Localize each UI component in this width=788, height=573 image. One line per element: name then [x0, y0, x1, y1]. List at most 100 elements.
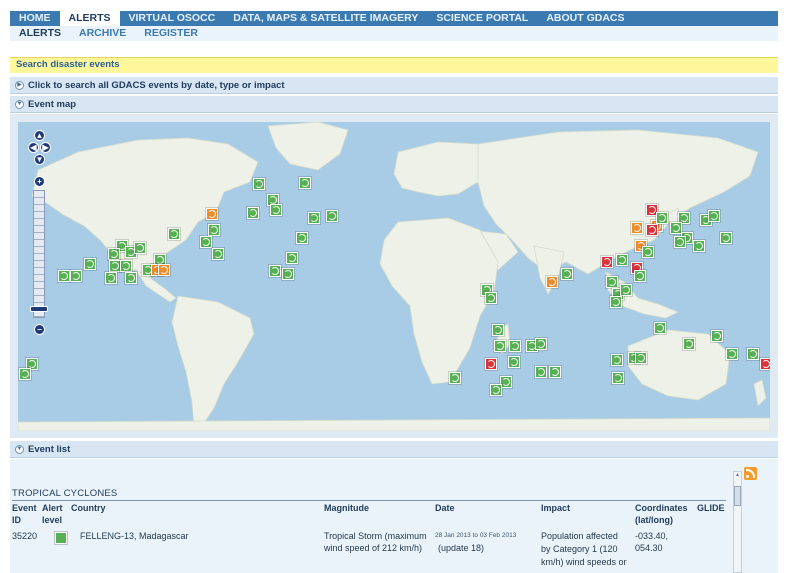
subnav-alerts[interactable]: ALERTS — [10, 26, 70, 41]
cyclone-icon[interactable] — [485, 292, 497, 304]
cyclone-icon[interactable] — [642, 246, 654, 258]
cyclone-icon[interactable] — [134, 242, 146, 254]
row-magnitude-2: wind speed of 212 km/h) — [324, 543, 423, 553]
cyclone-icon[interactable] — [168, 228, 180, 240]
row-event-id[interactable]: 35220 — [12, 530, 37, 542]
cyclone-icon[interactable] — [247, 207, 259, 219]
nav-virtual-osocc[interactable]: VIRTUAL OSOCC — [120, 11, 225, 26]
cyclone-icon[interactable] — [646, 224, 658, 236]
cyclone-icon[interactable] — [70, 270, 82, 282]
cyclone-icon[interactable] — [683, 338, 695, 350]
cyclone-icon[interactable] — [212, 248, 224, 260]
col-magnitude: Magnitude — [324, 503, 369, 513]
zoom-in-icon[interactable]: + — [34, 176, 45, 187]
cyclone-icon[interactable] — [674, 236, 686, 248]
cyclone-icon[interactable] — [105, 272, 117, 284]
cyclone-icon[interactable] — [509, 340, 521, 352]
col-event-id: Event ID — [12, 503, 37, 525]
cyclone-icon[interactable] — [253, 178, 265, 190]
cyclone-icon[interactable] — [708, 210, 720, 222]
cyclone-icon[interactable] — [490, 384, 502, 396]
cyclone-icon[interactable] — [601, 256, 613, 268]
cyclone-icon[interactable] — [269, 265, 281, 277]
subnav-register[interactable]: REGISTER — [135, 26, 207, 41]
cyclone-icon[interactable] — [494, 340, 506, 352]
cyclone-icon[interactable] — [726, 348, 738, 360]
category-title: TROPICAL CYCLONES — [12, 488, 118, 499]
search-panel-label: Click to search all GDACS events by date… — [28, 79, 285, 91]
cyclone-icon[interactable] — [270, 204, 282, 216]
cyclone-icon[interactable] — [720, 232, 732, 244]
list-panel-header[interactable]: ▼ Event list — [10, 441, 778, 458]
nav-about-gdacs[interactable]: ABOUT GDACS — [537, 11, 633, 26]
green-alert-icon — [55, 532, 67, 544]
cyclone-icon[interactable] — [631, 222, 643, 234]
subnav-archive[interactable]: ARCHIVE — [70, 26, 135, 41]
zoom-out-icon[interactable]: – — [34, 324, 45, 335]
search-disaster-label: Search disaster events — [16, 59, 120, 70]
scroll-up-icon[interactable]: ▲ — [734, 472, 741, 479]
cyclone-icon[interactable] — [19, 368, 31, 380]
pan-down-icon[interactable]: ▼ — [34, 154, 45, 165]
nav-science-portal[interactable]: SCIENCE PORTAL — [427, 11, 537, 26]
zoom-slider-handle[interactable] — [30, 306, 48, 312]
cyclone-icon[interactable] — [492, 324, 504, 336]
cyclone-icon[interactable] — [656, 212, 668, 224]
cyclone-icon[interactable] — [535, 338, 547, 350]
cyclone-icon[interactable] — [296, 232, 308, 244]
cyclone-icon[interactable] — [208, 224, 220, 236]
row-magnitude-1: Tropical Storm (maximum — [324, 531, 427, 541]
cyclone-icon[interactable] — [206, 208, 218, 220]
cyclone-icon[interactable] — [200, 236, 212, 248]
collapse-icon: ▼ — [15, 444, 24, 454]
pan-left-icon[interactable]: ◀ — [28, 142, 39, 153]
nav-home[interactable]: HOME — [10, 11, 60, 26]
nav-alerts[interactable]: ALERTS — [59, 11, 120, 26]
cyclone-icon[interactable] — [125, 272, 137, 284]
cyclone-icon[interactable] — [120, 260, 132, 272]
cyclone-icon[interactable] — [108, 248, 120, 260]
cyclone-icon[interactable] — [611, 354, 623, 366]
cyclone-icon[interactable] — [58, 270, 70, 282]
cyclone-icon[interactable] — [610, 296, 622, 308]
search-disaster-bar[interactable]: Search disaster events — [10, 57, 778, 73]
rss-icon[interactable] — [744, 467, 757, 480]
cyclone-icon[interactable] — [747, 348, 759, 360]
list-scrollbar[interactable]: ▲ — [733, 471, 742, 573]
cyclone-icon[interactable] — [606, 276, 618, 288]
cyclone-icon[interactable] — [760, 358, 770, 370]
cyclone-icon[interactable] — [449, 372, 461, 384]
zoom-bar[interactable] — [33, 190, 45, 318]
cyclone-icon[interactable] — [286, 252, 298, 264]
cyclone-icon[interactable] — [282, 268, 294, 280]
col-glide: GLIDE — [697, 503, 725, 513]
cyclone-icon[interactable] — [84, 258, 96, 270]
map-panel-header[interactable]: ▼ Event map — [10, 96, 778, 113]
cyclone-icon[interactable] — [620, 284, 632, 296]
cyclone-icon[interactable] — [546, 276, 558, 288]
cyclone-icon[interactable] — [508, 356, 520, 368]
nav-data-maps[interactable]: DATA, MAPS & SATELLITE IMAGERY — [224, 11, 427, 26]
event-map[interactable]: ▲ ◀ ▶ ▼ + – — [18, 122, 770, 431]
pan-right-icon[interactable]: ▶ — [40, 142, 51, 153]
cyclone-icon[interactable] — [654, 322, 666, 334]
cyclone-icon[interactable] — [616, 254, 628, 266]
cyclone-icon[interactable] — [308, 212, 320, 224]
cyclone-icon[interactable] — [158, 264, 170, 276]
cyclone-icon[interactable] — [299, 177, 311, 189]
cyclone-icon[interactable] — [549, 366, 561, 378]
cyclone-icon[interactable] — [693, 240, 705, 252]
cyclone-icon[interactable] — [634, 270, 646, 282]
row-long: 054.30 — [635, 543, 663, 553]
cyclone-icon[interactable] — [535, 366, 547, 378]
cyclone-icon[interactable] — [635, 352, 647, 364]
cyclone-icon[interactable] — [326, 210, 338, 222]
pan-up-icon[interactable]: ▲ — [34, 130, 45, 141]
cyclone-icon[interactable] — [561, 268, 573, 280]
search-panel-header[interactable]: ▶ Click to search all GDACS events by da… — [10, 77, 778, 94]
cyclone-icon[interactable] — [711, 330, 723, 342]
scroll-thumb[interactable] — [734, 486, 741, 506]
cyclone-icon[interactable] — [485, 358, 497, 370]
cyclone-icon[interactable] — [612, 372, 624, 384]
row-country[interactable]: FELLENG-13, Madagascar — [80, 530, 189, 542]
